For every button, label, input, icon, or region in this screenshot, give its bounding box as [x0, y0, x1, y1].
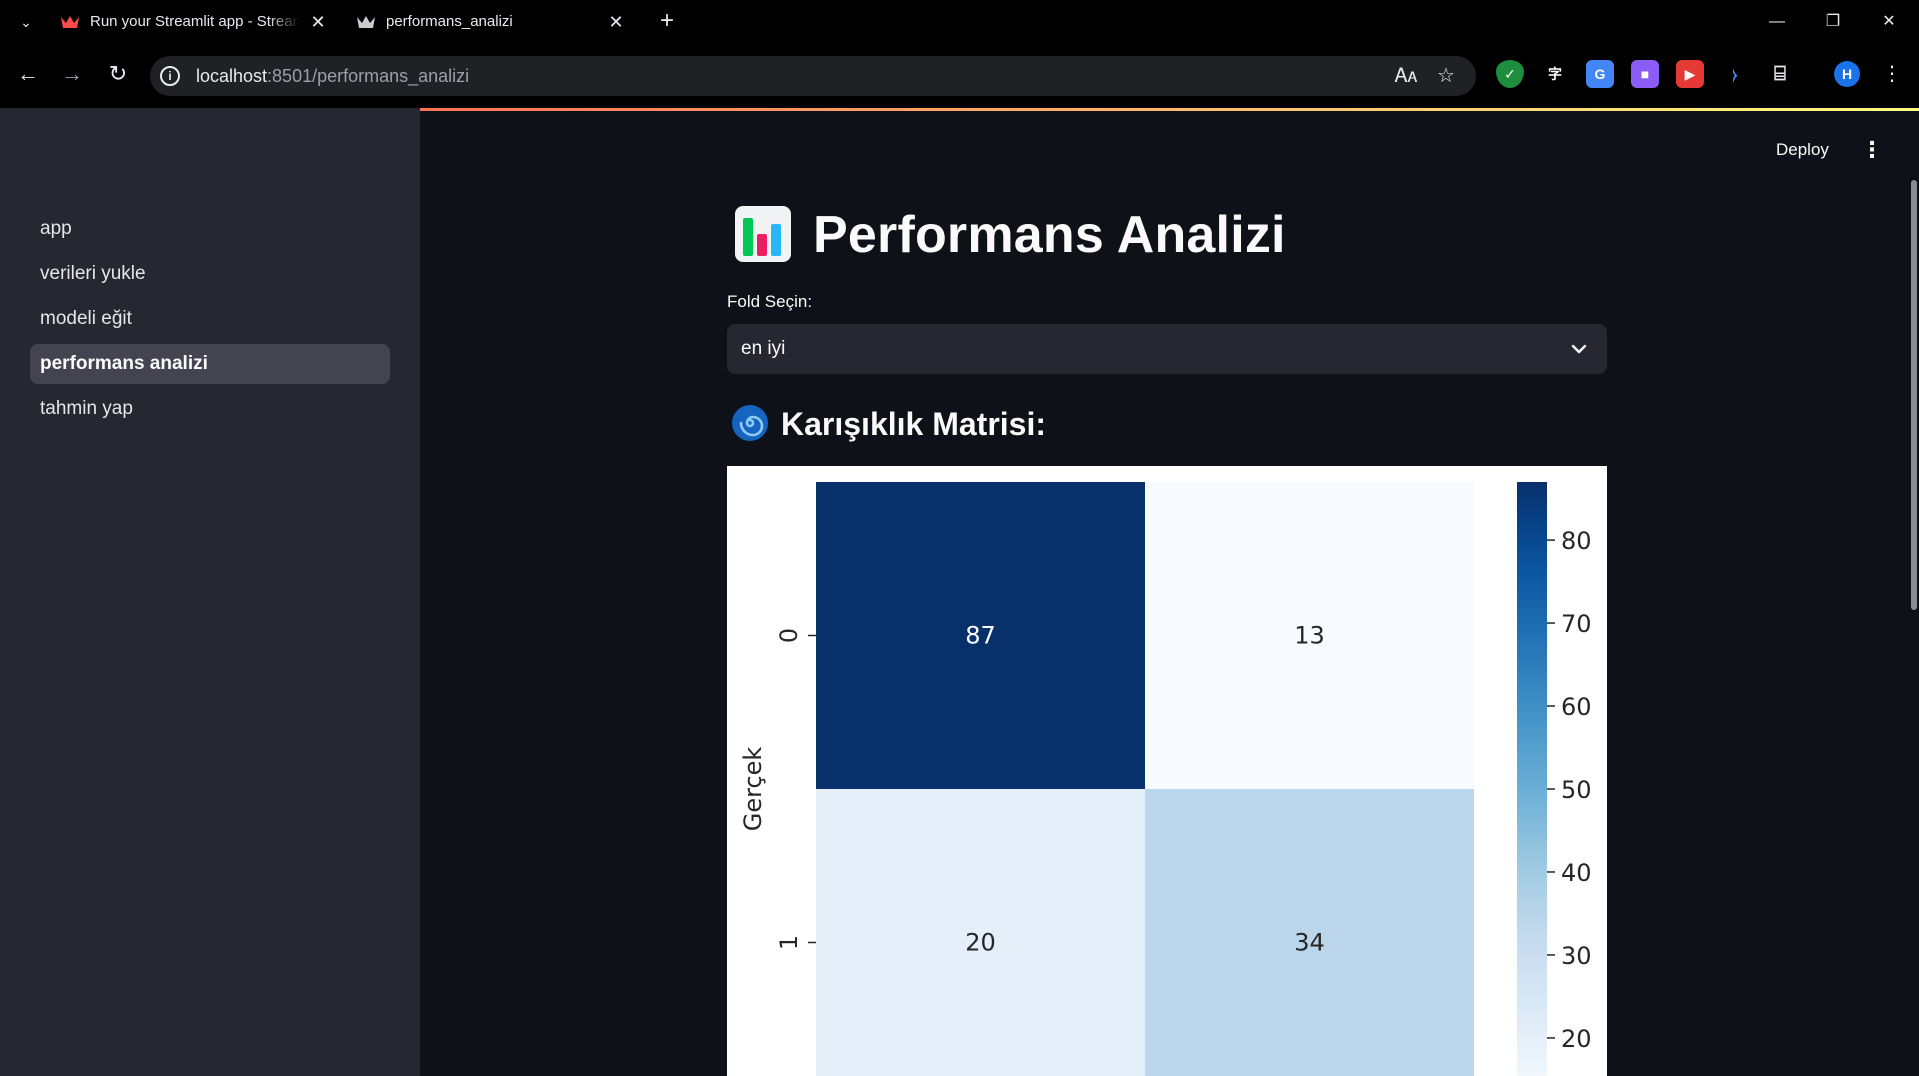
sidebar-item-label: verileri yukle	[40, 263, 146, 284]
sidebar-item-label: tahmin yap	[40, 398, 133, 419]
confusion-matrix-header: Karışıklık Matrisi:	[727, 402, 1607, 446]
colorbar-tick-label: 40	[1561, 859, 1592, 887]
browser-tab-bar: ⌄ Run your Streamlit app - Streamlit ✕ p…	[0, 0, 1919, 44]
colorbar	[1517, 482, 1547, 1076]
sidebar-item-app[interactable]: app	[30, 209, 390, 249]
back-arrow-icon[interactable]: ←	[12, 58, 44, 90]
streamlit-crown-icon	[357, 16, 375, 28]
close-tab-icon[interactable]: ✕	[308, 6, 328, 38]
browser-tab-streamlit[interactable]: Run your Streamlit app - Streamlit ✕	[46, 6, 336, 38]
confusion-matrix-svg: 87 13 20 34 0 1 Gerçek 20 30 40 50 60 70 80	[739, 482, 1592, 1076]
purple-extension-icon[interactable]: ■	[1631, 60, 1659, 88]
deploy-button[interactable]: Deploy	[1776, 130, 1829, 170]
colorbar-tick-label: 30	[1561, 942, 1592, 970]
extensions-puzzle-icon[interactable]: ⌸	[1766, 60, 1794, 88]
url-path: :8501/performans_analizi	[267, 66, 470, 86]
cyclone-icon	[732, 405, 768, 441]
new-tab-plus-icon[interactable]: +	[652, 6, 682, 38]
cell-value-label: 20	[965, 929, 996, 957]
sidebar: app verileri yukle modeli eğit performan…	[0, 108, 420, 1076]
profile-avatar[interactable]: H	[1834, 61, 1860, 87]
bookmark-star-icon[interactable]: ☆	[1434, 64, 1458, 88]
reload-icon[interactable]: ↻	[102, 58, 134, 90]
translate-icon[interactable]: 🗛	[1394, 64, 1418, 88]
y-tick-label: 0	[775, 628, 803, 643]
sidebar-item-verileri-yukle[interactable]: verileri yukle	[30, 254, 390, 294]
close-window-icon[interactable]: ✕	[1862, 4, 1916, 40]
forward-arrow-icon[interactable]: →	[56, 58, 88, 90]
audio-extension-icon[interactable]: ⧽	[1721, 60, 1749, 88]
colorbar-tick-label: 80	[1561, 527, 1592, 555]
url-host: localhost	[196, 66, 268, 86]
restore-icon[interactable]: ❐	[1806, 4, 1860, 40]
sidebar-item-label: performans analizi	[40, 353, 208, 374]
y-tick-label: 1	[775, 935, 803, 950]
sidebar-item-tahmin-yap[interactable]: tahmin yap	[30, 389, 390, 429]
tab-title: Run your Streamlit app - Streamlit	[90, 13, 300, 30]
site-info-icon[interactable]: i	[160, 66, 180, 86]
app-menu-icon[interactable]: ⋮	[1858, 132, 1886, 168]
browser-tab-performans[interactable]: performans_analizi ✕	[342, 6, 634, 38]
minimize-icon[interactable]: —	[1750, 4, 1804, 40]
close-tab-icon[interactable]: ✕	[606, 6, 626, 38]
sidebar-item-label: app	[40, 218, 72, 239]
streamlit-app: app verileri yukle modeli eğit performan…	[0, 108, 1919, 1076]
colorbar-tick-label: 50	[1561, 776, 1592, 804]
y-axis-label: Gerçek	[739, 747, 767, 832]
cell-value-label: 13	[1294, 622, 1325, 650]
fold-select-label: Fold Seçin:	[727, 292, 813, 311]
cell-value-label: 34	[1294, 929, 1325, 957]
bar-chart-icon	[735, 206, 791, 262]
streamlit-crown-icon	[61, 16, 79, 28]
colorbar-tick-label: 60	[1561, 693, 1592, 721]
google-translate-extension-icon[interactable]: G	[1586, 60, 1614, 88]
youtube-extension-icon[interactable]: ▶	[1676, 60, 1704, 88]
main-scrollbar[interactable]	[1911, 180, 1917, 610]
sidebar-item-label: modeli eğit	[40, 308, 132, 329]
dictionary-extension-icon[interactable]: 字	[1541, 60, 1569, 88]
colorbar-tick-label: 70	[1561, 610, 1592, 638]
colorbar-tick-label: 20	[1561, 1025, 1592, 1053]
shield-extension-icon[interactable]: ✓	[1496, 60, 1524, 88]
chevron-down-icon	[1571, 344, 1587, 354]
browser-menu-icon[interactable]: ⋮	[1880, 60, 1904, 88]
page-title-row: Performans Analizi	[727, 204, 1607, 268]
confusion-matrix-title: Karışıklık Matrisi:	[781, 406, 1046, 442]
fold-select-value: en iyi	[741, 338, 786, 359]
confusion-matrix-chart: 87 13 20 34 0 1 Gerçek 20 30 40 50 60 70 80	[727, 466, 1607, 1076]
cell-value-label: 87	[965, 622, 996, 650]
address-bar[interactable]: i localhost:8501/performans_analizi 🗛 ☆	[150, 56, 1476, 96]
tab-title: performans_analizi	[386, 13, 513, 30]
fold-select[interactable]: en iyi	[727, 324, 1607, 374]
sidebar-item-performans-analizi[interactable]: performans analizi	[30, 344, 390, 384]
tab-search-chevron-icon[interactable]: ⌄	[14, 8, 38, 36]
sidebar-item-modeli-egit[interactable]: modeli eğit	[30, 299, 390, 339]
address-url[interactable]: localhost:8501/performans_analizi	[196, 56, 469, 96]
page-title: Performans Analizi	[813, 206, 1286, 264]
browser-toolbar: ← → ↻ i localhost:8501/performans_analiz…	[0, 44, 1919, 108]
